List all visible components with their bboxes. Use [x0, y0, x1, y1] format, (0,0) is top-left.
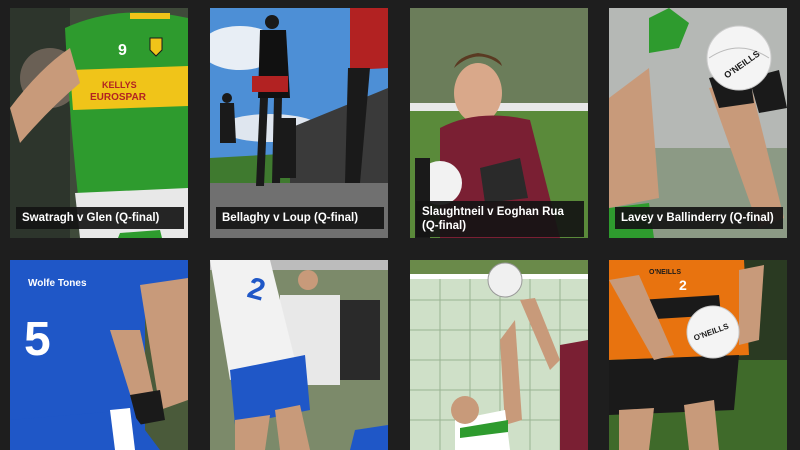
caption-slaughtneil-eoghan-rua[interactable]: Slaughtneil v Eoghan Rua (Q-final) — [416, 201, 584, 237]
jersey-brand-text: O'NEILLS — [649, 269, 681, 276]
caption-swatragh-glen[interactable]: Swatragh v Glen (Q-final) — [16, 207, 184, 229]
photo-row2-col3 — [410, 260, 588, 450]
gallery-tile-wolfe-tones[interactable]: Wolfe Tones 5 — [10, 260, 188, 450]
gallery-tile-slaughtneil-eoghan-rua[interactable]: Slaughtneil v Eoghan Rua (Q-final) — [410, 8, 588, 238]
jersey-number: 2 — [679, 277, 687, 293]
sponsor-text-line1: KELLYS — [102, 80, 137, 90]
caption-lavey-ballinderry[interactable]: Lavey v Ballinderry (Q-final) — [615, 207, 783, 229]
photo-row2-col4: O'NEILLS 2 O'NEILLS — [609, 260, 787, 450]
gallery-tile-swatragh-glen[interactable]: 9 KELLYS EUROSPAR Swatragh v Glen (Q-fin… — [10, 8, 188, 238]
gallery-tile-row2-col4[interactable]: O'NEILLS 2 O'NEILLS — [609, 260, 787, 450]
photo-swatragh-glen: 9 KELLYS EUROSPAR — [10, 8, 188, 238]
sponsor-text-line2: EUROSPAR — [90, 92, 147, 103]
photo-lavey-ballinderry: O'NEILLS — [609, 8, 787, 238]
photo-row2-col2: 2 — [210, 260, 388, 450]
gallery-tile-row2-col2[interactable]: 2 — [210, 260, 388, 450]
gallery-tile-row2-col3[interactable] — [410, 260, 588, 450]
gallery-tile-lavey-ballinderry[interactable]: O'NEILLS Lavey v Ballinderry (Q-final) — [609, 8, 787, 238]
club-name-text: Wolfe Tones — [28, 278, 87, 289]
jersey-number: 5 — [24, 313, 51, 366]
photo-wolfe-tones: Wolfe Tones 5 — [10, 260, 188, 450]
caption-bellaghy-loup[interactable]: Bellaghy v Loup (Q-final) — [216, 207, 384, 229]
gallery-tile-bellaghy-loup[interactable]: Bellaghy v Loup (Q-final) — [210, 8, 388, 238]
jersey-number: 9 — [118, 42, 127, 59]
photo-bellaghy-loup — [210, 8, 388, 238]
